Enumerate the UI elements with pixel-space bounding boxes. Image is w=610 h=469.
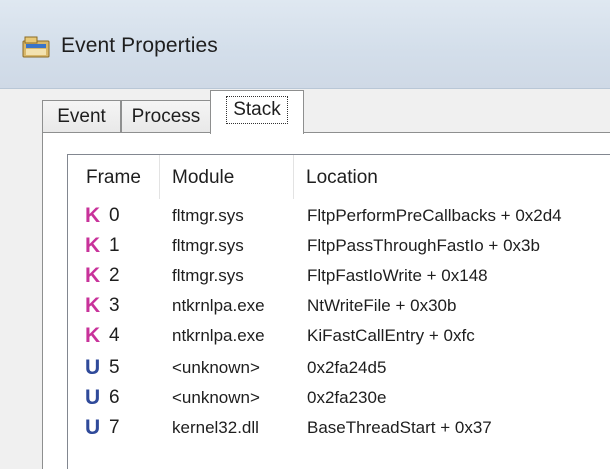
column-header-frame[interactable]: Frame (68, 155, 160, 199)
kernel-frame-marker: K (85, 324, 101, 347)
user-frame-marker: U (85, 386, 101, 409)
frame-number: 5 (109, 357, 120, 378)
module-name: <unknown> (172, 358, 260, 377)
stack-row[interactable]: K 4 ntkrnlpa.exe KiFastCallEntry + 0xfc (68, 321, 610, 351)
frame-location: BaseThreadStart + 0x37 (307, 418, 492, 437)
stack-row[interactable]: U 6 <unknown> 0x2fa230e (68, 383, 610, 413)
stack-row[interactable]: K 0 fltmgr.sys FltpPerformPreCallbacks +… (68, 201, 610, 231)
frame-location: FltpPerformPreCallbacks + 0x2d4 (307, 206, 562, 225)
module-name: fltmgr.sys (172, 206, 244, 225)
frame-location: 0x2fa230e (307, 388, 387, 407)
module-name: fltmgr.sys (172, 266, 244, 285)
tab-event[interactable]: Event (42, 100, 121, 133)
frame-number: 3 (109, 295, 120, 316)
frame-location: NtWriteFile + 0x30b (307, 296, 457, 315)
tab-process[interactable]: Process (121, 100, 211, 133)
frame-number: 4 (109, 325, 120, 346)
kernel-frame-marker: K (85, 204, 101, 227)
column-header-module[interactable]: Module (160, 155, 294, 199)
module-name: ntkrnlpa.exe (172, 296, 265, 315)
frame-location: FltpPassThroughFastIo + 0x3b (307, 236, 540, 255)
stack-row[interactable]: U 7 kernel32.dll BaseThreadStart + 0x37 (68, 413, 610, 443)
module-name: <unknown> (172, 388, 260, 407)
tab-process-label: Process (131, 106, 201, 127)
tab-stack[interactable]: Stack (210, 90, 304, 134)
event-properties-window: Event Properties Event Process Stack Fra… (0, 0, 610, 469)
frame-location: KiFastCallEntry + 0xfc (307, 326, 475, 345)
tab-stack-label: Stack (226, 96, 288, 124)
kernel-frame-marker: K (85, 294, 101, 317)
tab-event-label: Event (57, 106, 106, 127)
stack-row[interactable]: K 3 ntkrnlpa.exe NtWriteFile + 0x30b (68, 291, 610, 321)
stack-row[interactable]: K 1 fltmgr.sys FltpPassThroughFastIo + 0… (68, 231, 610, 261)
kernel-frame-marker: K (85, 234, 101, 257)
title-bar: Event Properties (0, 0, 610, 89)
frame-location: 0x2fa24d5 (307, 358, 387, 377)
frame-number: 1 (109, 235, 120, 256)
stack-list-header: Frame Module Location (68, 155, 610, 199)
kernel-frame-marker: K (85, 264, 101, 287)
stack-list[interactable]: Frame Module Location K 0 fltmgr.sys Flt… (67, 154, 610, 469)
user-frame-marker: U (85, 356, 101, 379)
module-name: ntkrnlpa.exe (172, 326, 265, 345)
frame-number: 6 (109, 387, 120, 408)
frame-number: 2 (109, 265, 120, 286)
frame-number: 0 (109, 205, 120, 226)
frame-location: FltpFastIoWrite + 0x148 (307, 266, 488, 285)
stack-row[interactable]: U 5 <unknown> 0x2fa24d5 (68, 353, 610, 383)
window-title: Event Properties (61, 34, 218, 57)
stack-row[interactable]: K 2 fltmgr.sys FltpFastIoWrite + 0x148 (68, 261, 610, 291)
module-name: fltmgr.sys (172, 236, 244, 255)
module-name: kernel32.dll (172, 418, 259, 437)
frame-number: 7 (109, 417, 120, 438)
user-frame-marker: U (85, 416, 101, 439)
event-properties-app-icon (22, 35, 52, 59)
column-header-location[interactable]: Location (294, 155, 610, 199)
